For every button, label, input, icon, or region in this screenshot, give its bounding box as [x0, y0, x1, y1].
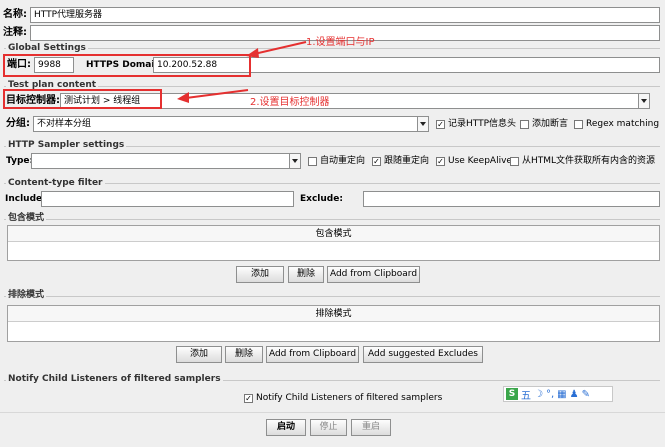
test-plan-divider — [4, 86, 660, 87]
wrench-icon[interactable]: ✎ — [582, 389, 590, 400]
include-clipboard-button[interactable]: Add from Clipboard — [327, 266, 420, 283]
record-headers-checkbox[interactable]: ✓ 记录HTTP信息头 — [436, 118, 516, 130]
record-headers-label: 记录HTTP信息头 — [448, 119, 517, 129]
exclude-add-button[interactable]: 添加 — [176, 346, 222, 363]
checkbox-empty-icon — [574, 119, 583, 129]
annotation-2: 2.设置目标控制器 — [250, 97, 330, 108]
include-patterns-divider — [4, 219, 660, 220]
chevron-down-icon[interactable] — [638, 94, 649, 108]
checkmark-icon: ✓ — [244, 393, 253, 403]
checkmark-icon: ✓ — [436, 156, 445, 166]
exclude-clipboard-button[interactable]: Add from Clipboard — [266, 346, 359, 363]
keepalive-checkbox[interactable]: ✓ Use KeepAlive — [436, 155, 512, 167]
fetch-resources-label: 从HTML文件获取所有内含的资源 — [522, 156, 656, 166]
include-add-button[interactable]: 添加 — [236, 266, 284, 283]
moon-icon[interactable]: ☽ — [534, 389, 543, 400]
include-delete-button[interactable]: 删除 — [288, 266, 324, 283]
checkmark-icon: ✓ — [372, 156, 381, 166]
chevron-down-icon[interactable] — [417, 117, 428, 131]
annotation-1: 1.设置端口与IP — [306, 37, 375, 48]
checkbox-empty-icon — [308, 156, 317, 166]
annotation-arrow-2 — [177, 89, 249, 103]
bottom-divider — [0, 412, 665, 413]
exclude-patterns-divider — [4, 296, 660, 297]
name-label: 名称: — [3, 9, 27, 20]
include-input[interactable] — [41, 191, 294, 207]
add-assertions-checkbox[interactable]: 添加断言 — [520, 118, 568, 130]
ime-mode-text[interactable]: 五 — [521, 387, 531, 402]
checkbox-empty-icon — [520, 119, 529, 129]
regex-matching-label: Regex matching — [586, 119, 660, 129]
name-input[interactable]: HTTP代理服务器 — [30, 7, 660, 23]
keyboard-icon[interactable]: ▦ — [557, 389, 566, 400]
chevron-down-icon[interactable] — [289, 154, 300, 168]
type-label: Type: — [6, 156, 34, 166]
suggested-excludes-button[interactable]: Add suggested Excludes — [363, 346, 483, 363]
exclude-delete-button[interactable]: 删除 — [225, 346, 263, 363]
exclude-patterns-header: 排除模式 — [8, 306, 659, 322]
highlight-target-controller — [3, 89, 162, 109]
auto-redirect-checkbox[interactable]: 自动重定向 — [308, 155, 365, 167]
add-assertions-label: 添加断言 — [532, 119, 569, 129]
annotation-arrow-1 — [246, 41, 307, 58]
exclude-patterns-table[interactable]: 排除模式 — [7, 305, 660, 342]
auto-redirect-label: 自动重定向 — [320, 156, 366, 166]
grouping-label: 分组: — [6, 118, 30, 129]
follow-redirect-checkbox[interactable]: ✓ 跟随重定向 — [372, 155, 429, 167]
checkmark-icon: ✓ — [436, 119, 445, 129]
ime-toolbar[interactable]: S 五 ☽ °, ▦ ♟ ✎ — [503, 386, 613, 402]
fetch-resources-checkbox[interactable]: 从HTML文件获取所有内含的资源 — [510, 155, 655, 167]
punctuation-icon[interactable]: °, — [546, 389, 554, 400]
include-label: Include: — [5, 194, 46, 204]
stop-button[interactable]: 停止 — [310, 419, 347, 436]
comment-label: 注释: — [3, 27, 27, 38]
grouping-select[interactable]: 不对样本分组 — [33, 116, 429, 132]
exclude-patterns-title: 排除模式 — [6, 290, 47, 301]
restart-button[interactable]: 重启 — [351, 419, 391, 436]
highlight-global-settings — [3, 54, 251, 77]
notify-checkbox[interactable]: ✓ Notify Child Listeners of filtered samp… — [244, 392, 442, 404]
regex-matching-checkbox[interactable]: Regex matching — [574, 118, 659, 130]
start-button[interactable]: 启动 — [266, 419, 306, 436]
sogou-logo-icon: S — [506, 388, 518, 400]
type-select[interactable] — [31, 153, 301, 169]
global-settings-title: Global Settings — [6, 43, 88, 54]
include-patterns-table[interactable]: 包含模式 — [7, 225, 660, 261]
notify-title: Notify Child Listeners of filtered sampl… — [6, 374, 223, 385]
user-icon[interactable]: ♟ — [570, 389, 579, 400]
follow-redirect-label: 跟随重定向 — [384, 156, 430, 166]
grouping-value: 不对样本分组 — [37, 119, 92, 129]
notify-checkbox-label: Notify Child Listeners of filtered sampl… — [256, 393, 443, 403]
checkbox-empty-icon — [510, 156, 519, 166]
exclude-label: Exclude: — [300, 194, 343, 204]
keepalive-label: Use KeepAlive — [448, 156, 512, 166]
include-patterns-title: 包含模式 — [6, 213, 47, 224]
exclude-input[interactable] — [363, 191, 660, 207]
include-patterns-header: 包含模式 — [8, 226, 659, 242]
content-filter-title: Content-type filter — [6, 178, 105, 189]
sampler-title: HTTP Sampler settings — [6, 140, 127, 151]
